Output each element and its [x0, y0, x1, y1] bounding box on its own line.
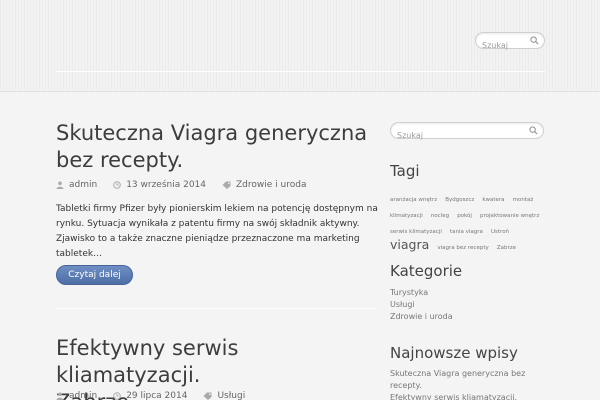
- post-date-link[interactable]: 13 września 2014: [126, 180, 206, 190]
- post-category: Usługi: [203, 391, 245, 400]
- recent-posts-list: Skuteczna Viagra generyczna bez recepty.…: [390, 368, 530, 400]
- post-author: admin: [56, 180, 97, 190]
- post-title-line[interactable]: Efektywny serwis kliamatyzacji.: [56, 336, 238, 387]
- post-date: 13 września 2014: [113, 180, 206, 190]
- excerpt-line: rynku. Sytuacja wynikała z patentu firmy…: [56, 219, 360, 229]
- category-list: Turystyka Usługi Zdrowie i uroda: [390, 287, 453, 323]
- post-title-line[interactable]: Skuteczna Viagra generyczna: [56, 121, 367, 145]
- tag-link[interactable]: projektowanie wnętrz: [480, 213, 539, 219]
- excerpt-line: Tabletki firmy Pfizer były pionierskim l…: [56, 204, 378, 214]
- post-author-link[interactable]: admin: [69, 180, 97, 190]
- post-author: admin: [56, 391, 97, 400]
- tag-link[interactable]: viagra bez recepty: [437, 245, 488, 251]
- tag-link[interactable]: nocleg: [431, 213, 449, 219]
- header-divider: [56, 71, 545, 72]
- post-category-link[interactable]: Zdrowie i uroda: [236, 180, 306, 190]
- tag-link[interactable]: montaż: [513, 197, 534, 203]
- post-meta: admin 13 września 2014 Zdrowie i uroda: [56, 179, 322, 191]
- sidebar-search-box[interactable]: [390, 122, 544, 143]
- excerpt-line: tabletek…: [56, 249, 103, 259]
- clock-icon: [113, 392, 122, 400]
- post-divider: [56, 308, 376, 309]
- search-icon[interactable]: [529, 126, 538, 135]
- tag-link[interactable]: serwis klimatyzacji: [390, 229, 442, 235]
- recent-post-link[interactable]: Skuteczna Viagra generyczna bez: [390, 368, 530, 380]
- post-date: 29 lipca 2014: [113, 391, 187, 400]
- post-title[interactable]: Skuteczna Viagra generyczna bez recepty.: [56, 120, 386, 174]
- recent-posts-widget-title: Najnowsze wpisy: [390, 344, 518, 362]
- read-more-button[interactable]: Czytaj dalej: [56, 265, 133, 285]
- post-category: Zdrowie i uroda: [222, 180, 306, 190]
- tag-link[interactable]: pokój: [457, 213, 472, 219]
- tag-link[interactable]: Bydgoszcz: [445, 197, 474, 203]
- clock-icon: [113, 181, 122, 189]
- sidebar-search-input[interactable]: [391, 128, 543, 143]
- search-icon[interactable]: [530, 36, 539, 45]
- tags-widget-title: Tagi: [390, 162, 420, 180]
- tag-link[interactable]: viagra: [390, 237, 429, 252]
- post-meta: admin 29 lipca 2014 Usługi: [56, 390, 261, 400]
- post-date-link[interactable]: 29 lipca 2014: [126, 391, 187, 400]
- post-title-line[interactable]: bez recepty.: [56, 148, 183, 172]
- category-link[interactable]: Zdrowie i uroda: [390, 311, 453, 323]
- header-search-box[interactable]: [475, 32, 545, 53]
- tag-cloud: aranżacja wnętrz Bydgoszcz kwatera monta…: [390, 190, 550, 254]
- tag-link[interactable]: tania viagra: [450, 229, 483, 235]
- tag-icon: [222, 181, 231, 189]
- tag-link[interactable]: kwatera: [482, 197, 504, 203]
- tag-link[interactable]: Ustroń: [491, 229, 509, 235]
- post-author-link[interactable]: admin: [69, 391, 97, 400]
- post-excerpt: Tabletki firmy Pfizer były pionierskim l…: [56, 202, 378, 262]
- tag-icon: [203, 392, 212, 400]
- post-category-link[interactable]: Usługi: [217, 391, 245, 400]
- tag-link[interactable]: Zabrze: [497, 245, 516, 251]
- recent-post-link[interactable]: Efektywny serwis kliamatyzacji.: [390, 392, 530, 400]
- recent-post-link[interactable]: recepty.: [390, 380, 530, 392]
- user-icon: [56, 181, 64, 189]
- user-icon: [56, 392, 64, 400]
- tag-link[interactable]: aranżacja wnętrz: [390, 197, 437, 203]
- category-link[interactable]: Usługi: [390, 299, 453, 311]
- site-header: [0, 0, 600, 92]
- excerpt-line: Zjawisko to a także znaczne pieniądze pr…: [56, 234, 360, 244]
- categories-widget-title: Kategorie: [390, 262, 463, 280]
- category-link[interactable]: Turystyka: [390, 287, 453, 299]
- tag-link[interactable]: klimatyzacji: [390, 213, 423, 219]
